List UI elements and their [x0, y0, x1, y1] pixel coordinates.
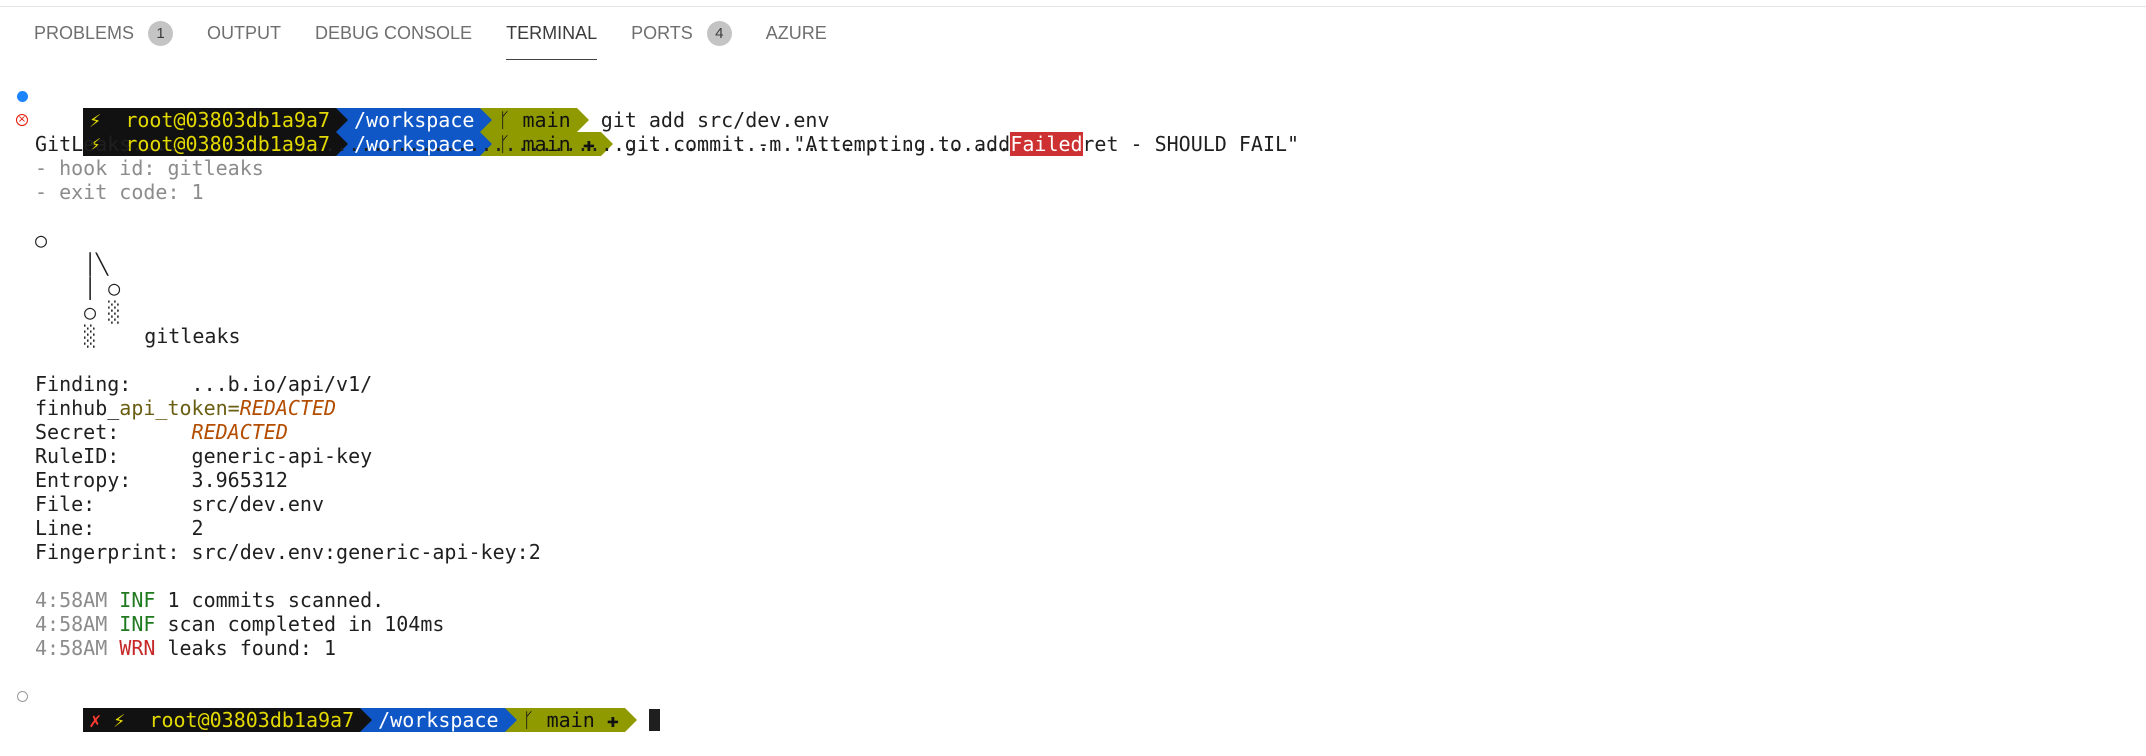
line-number-line: Line: 2	[35, 516, 204, 540]
command-error-decoration[interactable]: ×	[14, 108, 30, 132]
prompt-separator-icon	[360, 708, 373, 732]
gitleaks-logo-branch-icon: │╲	[84, 252, 109, 276]
terminal-cursor[interactable]	[648, 709, 660, 731]
file-line: File: src/dev.env	[35, 492, 324, 516]
log-line: 4:58AM INF scan completed in 104ms	[35, 612, 445, 636]
failed-status-badge: Failed	[1010, 132, 1083, 156]
prompt-user-segment: ✗ ⚡ root@03803db1a9a7	[83, 708, 361, 732]
bolt-icon: ⚡	[113, 708, 126, 732]
log-line: 4:58AM INF 1 commits scanned.	[35, 588, 385, 612]
log-line: 4:58AM WRN leaks found: 1	[35, 636, 337, 660]
hook-id-line: - hook id: gitleaks	[35, 156, 264, 180]
prompt-branch-segment: ᚴ main ✚	[516, 708, 625, 732]
prompt-end-icon	[624, 708, 637, 732]
redacted-secret: REDACTED	[191, 420, 288, 444]
hook-status-line: GitLeaks................................…	[35, 132, 1083, 156]
blue-dot-icon	[16, 90, 28, 102]
error-x-icon: ✗	[89, 708, 102, 732]
shell-prompt: ✗ ⚡ root@03803db1a9a7/workspace ᚴ main ✚	[83, 708, 637, 732]
secret-line: Secret: REDACTED	[35, 420, 288, 444]
prompt-separator-icon	[504, 708, 517, 732]
rule-id-line: RuleID: generic-api-key	[35, 444, 373, 468]
entropy-line: Entropy: 3.965312	[35, 468, 288, 492]
terminal-output[interactable]: ⚡ root@03803db1a9a7/workspace ᚴ main git …	[0, 0, 2146, 754]
dirty-plus-icon: ✚	[606, 708, 619, 732]
command-pending-decoration[interactable]	[14, 684, 30, 708]
hollow-circle-icon	[16, 690, 28, 702]
prompt-line-git-commit: ⚡ root@03803db1a9a7/workspace ᚴ main ✚ gi…	[35, 108, 1299, 156]
git-branch-icon: ᚴ	[522, 708, 535, 732]
exit-code-line: - exit code: 1	[35, 180, 204, 204]
finding-match-line: finhub_api_token=REDACTED	[35, 396, 337, 420]
gitleaks-logo-node-icon: ○ ░	[84, 300, 121, 324]
redacted-secret: REDACTED	[239, 396, 337, 420]
prompt-line-git-add: ⚡ root@03803db1a9a7/workspace ᚴ main git …	[35, 84, 829, 132]
command-success-decoration[interactable]	[14, 84, 30, 108]
gitleaks-logo-branch-icon: │ ○	[84, 276, 121, 300]
finding-line: Finding: ...b.io/api/v1/	[35, 372, 373, 396]
error-circle-icon: ×	[16, 114, 28, 126]
gitleaks-logo-text: ░ gitleaks	[84, 324, 241, 348]
gitleaks-logo-node-icon: ○	[35, 228, 48, 252]
current-prompt-line[interactable]: ✗ ⚡ root@03803db1a9a7/workspace ᚴ main ✚	[35, 684, 660, 732]
prompt-path-segment: /workspace	[372, 708, 505, 732]
fingerprint-line: Fingerprint: src/dev.env:generic-api-key…	[35, 540, 541, 564]
